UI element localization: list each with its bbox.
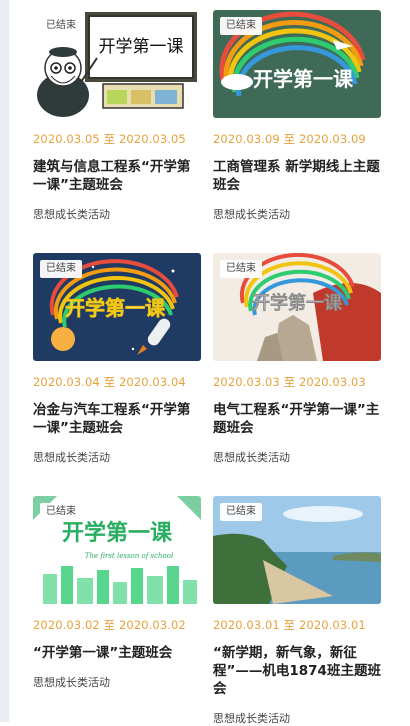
- activity-title[interactable]: “新学期，新气象，新征程”——机电1874班主题班会: [213, 644, 381, 698]
- activity-category: 思想成长类活动: [213, 712, 290, 725]
- date-separator: 至: [103, 375, 116, 389]
- date-separator: 至: [103, 618, 116, 632]
- activity-card[interactable]: 已结束 2020.03.01 至 2020.03.01 “新学期，新气象，新征程…: [213, 496, 381, 726]
- end-date: 2020.03.05: [119, 132, 186, 146]
- end-date: 2020.03.02: [119, 618, 186, 632]
- start-date: 2020.03.03: [213, 375, 280, 389]
- activity-cover[interactable]: 开学第一课 已结束: [33, 10, 201, 118]
- date-range: 2020.03.01 至 2020.03.01: [213, 617, 381, 633]
- activity-cover[interactable]: 开学第一课 已结束: [213, 10, 381, 118]
- activity-title[interactable]: “开学第一课”主题班会: [33, 644, 201, 662]
- activity-category: 思想成长类活动: [33, 208, 110, 221]
- status-badge: 已结束: [40, 260, 82, 278]
- start-date: 2020.03.04: [33, 375, 100, 389]
- end-date: 2020.03.03: [299, 375, 366, 389]
- date-separator: 至: [103, 132, 116, 146]
- cover-text: 开学第一课: [252, 292, 343, 314]
- date-range: 2020.03.04 至 2020.03.04: [33, 374, 201, 390]
- activity-card[interactable]: 开学第一课 已结束 2020.03.03 至 2020.03.03 电气工程系“…: [213, 253, 381, 465]
- activity-cover[interactable]: 开学第一课 The first lesson of school 已结束: [33, 496, 201, 604]
- cover-subtext: The first lesson of school: [85, 552, 173, 560]
- date-separator: 至: [283, 132, 296, 146]
- date-range: 2020.03.05 至 2020.03.05: [33, 131, 201, 147]
- activity-card[interactable]: 开学第一课 已结束 2020.03.05 至 2020.03.05 建筑与信息工…: [33, 10, 201, 222]
- cover-text: 开学第一课: [62, 520, 173, 546]
- activity-card[interactable]: 开学第一课 已结束 2020.03.04 至 2020.03.04 冶金与汽车工…: [33, 253, 201, 465]
- end-date: 2020.03.01: [299, 618, 366, 632]
- activity-title[interactable]: 建筑与信息工程系“开学第一课”主题班会: [33, 158, 201, 194]
- activity-category: 思想成长类活动: [213, 208, 290, 221]
- activity-title[interactable]: 电气工程系“开学第一课”主题班会: [213, 401, 381, 437]
- activity-card[interactable]: 开学第一课 已结束 2020.03.09 至 2020.03.09 工商管理系 …: [213, 10, 381, 222]
- status-badge: 已结束: [220, 17, 262, 35]
- cover-text: 开学第一课: [253, 67, 354, 91]
- date-separator: 至: [283, 618, 296, 632]
- activity-cover[interactable]: 开学第一课 已结束: [33, 253, 201, 361]
- activity-category: 思想成长类活动: [213, 451, 290, 464]
- left-edge-strip: [0, 0, 9, 722]
- end-date: 2020.03.04: [119, 375, 186, 389]
- start-date: 2020.03.09: [213, 132, 280, 146]
- start-date: 2020.03.02: [33, 618, 100, 632]
- start-date: 2020.03.01: [213, 618, 280, 632]
- date-range: 2020.03.03 至 2020.03.03: [213, 374, 381, 390]
- start-date: 2020.03.05: [33, 132, 100, 146]
- activity-category: 思想成长类活动: [33, 451, 110, 464]
- activity-title[interactable]: 冶金与汽车工程系“开学第一课”主题班会: [33, 401, 201, 437]
- activity-card[interactable]: 开学第一课 The first lesson of school 已结束 202…: [33, 496, 201, 690]
- date-separator: 至: [283, 375, 296, 389]
- activity-cover[interactable]: 已结束: [213, 496, 381, 604]
- cover-text: 开学第一课: [65, 296, 166, 320]
- date-range: 2020.03.09 至 2020.03.09: [213, 131, 381, 147]
- activity-category: 思想成长类活动: [33, 676, 110, 689]
- date-range: 2020.03.02 至 2020.03.02: [33, 617, 201, 633]
- status-badge: 已结束: [40, 17, 82, 35]
- status-badge: 已结束: [220, 503, 262, 521]
- status-badge: 已结束: [220, 260, 262, 278]
- status-badge: 已结束: [40, 503, 82, 521]
- cover-text: 开学第一课: [99, 37, 184, 57]
- activity-cover[interactable]: 开学第一课 已结束: [213, 253, 381, 361]
- activity-title[interactable]: 工商管理系 新学期线上主题班会: [213, 158, 381, 194]
- end-date: 2020.03.09: [299, 132, 366, 146]
